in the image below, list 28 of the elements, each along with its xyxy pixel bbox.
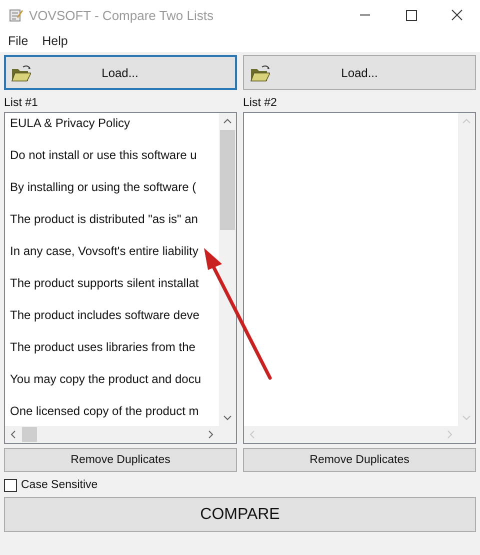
list-line: The product is distributed "as is" an: [10, 211, 199, 228]
checkbox-label: Case Sensitive: [21, 479, 98, 491]
folder-icon: [250, 64, 270, 82]
list-line: By installing or using the software (: [10, 179, 198, 196]
load-button[interactable]: Load...: [243, 55, 476, 90]
window-title: VOVSOFT - Compare Two Lists: [29, 8, 214, 22]
list-line: Do not install or use this software u: [10, 147, 198, 164]
list-line: The product uses libraries from the: [10, 339, 196, 356]
folder-icon: [11, 64, 31, 82]
compare-button[interactable]: COMPARE: [4, 497, 476, 532]
list-label: List #2: [243, 96, 278, 111]
list-line: In any case, Vovsoft's entire liability: [10, 243, 200, 260]
list-line: You may copy the product and docu: [10, 371, 202, 388]
list-line: The product includes software deve: [10, 307, 200, 324]
scroll-thumb[interactable]: [220, 130, 235, 230]
menu-item[interactable]: Help: [35, 34, 75, 48]
list-label: List #1: [4, 96, 39, 111]
load-button[interactable]: Load...: [4, 55, 237, 90]
list-line: One licensed copy of the product m: [10, 403, 200, 420]
list-line: EULA & Privacy Policy: [10, 115, 132, 132]
scroll-thumb[interactable]: [22, 427, 37, 442]
checkbox[interactable]: [4, 478, 17, 492]
app-icon: [9, 8, 23, 22]
remove-duplicates-button[interactable]: Remove Duplicates: [4, 448, 237, 472]
list-line: The product supports silent installat: [10, 275, 200, 292]
remove-duplicates-button[interactable]: Remove Duplicates: [243, 448, 476, 472]
list-box[interactable]: [4, 112, 237, 444]
menu-item[interactable]: File: [1, 34, 36, 48]
